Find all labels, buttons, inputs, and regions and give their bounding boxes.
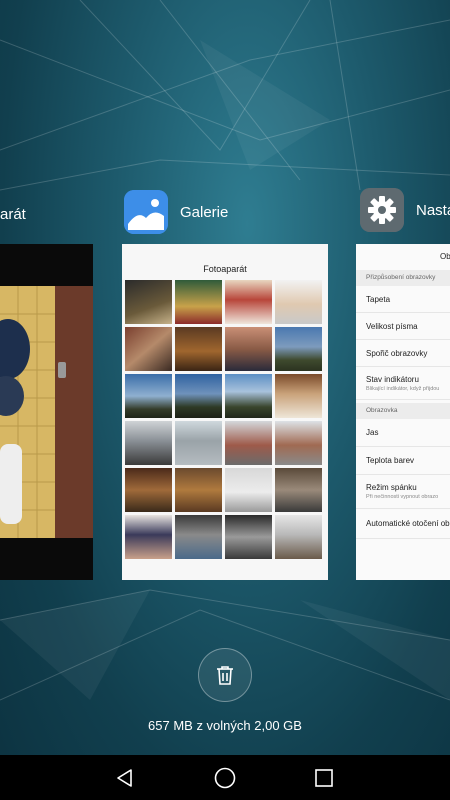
gallery-app-name: Galerie [180, 203, 229, 221]
photo-thumbnail [225, 468, 272, 512]
settings-item-auto-rotate: Automatické otočení ob [356, 509, 450, 539]
memory-status: 657 MB z volných 2,00 GB [148, 718, 302, 733]
settings-item-font-size: Velikost písma [356, 313, 450, 340]
photo-thumbnail [275, 468, 322, 512]
camera-preview-image [0, 244, 93, 580]
camera-app-card[interactable] [0, 244, 93, 580]
settings-app-name: Nasta [416, 201, 450, 219]
clear-all-button[interactable] [198, 648, 252, 702]
settings-section-header: Obrazovka [356, 403, 450, 419]
photo-thumbnail [275, 374, 322, 418]
photo-thumbnail [225, 421, 272, 465]
home-circle-icon [214, 767, 236, 789]
photo-thumbnail [225, 280, 272, 324]
camera-app-name: arát [0, 205, 26, 223]
settings-section-header: Přizpůsobení obrazovky [356, 270, 450, 286]
photo-grid [125, 280, 325, 559]
photo-thumbnail [125, 515, 172, 559]
photo-thumbnail [125, 468, 172, 512]
photo-thumbnail [275, 421, 322, 465]
gallery-icon [124, 190, 168, 234]
photo-thumbnail [225, 327, 272, 371]
camera-app-header[interactable]: arát [0, 190, 26, 238]
photo-thumbnail [275, 280, 322, 324]
photo-thumbnail [125, 327, 172, 371]
photo-thumbnail [175, 515, 222, 559]
gallery-app-card[interactable]: Fotoaparát [122, 244, 328, 580]
photo-thumbnail [125, 374, 172, 418]
recents-square-icon [315, 769, 333, 787]
settings-screen-title: Ob [440, 252, 450, 261]
recents-button[interactable] [309, 763, 339, 793]
gallery-app-header[interactable]: Galerie [124, 188, 228, 236]
settings-item-indicator: Stav indikátoru Blikající indikátor, kdy… [356, 367, 450, 400]
photo-thumbnail [275, 327, 322, 371]
navigation-bar [0, 755, 450, 800]
photo-thumbnail [175, 280, 222, 324]
photo-thumbnail [275, 515, 322, 559]
back-triangle-icon [117, 769, 132, 787]
back-button[interactable] [110, 763, 140, 793]
settings-item-screensaver: Spořič obrazovky [356, 340, 450, 367]
photo-thumbnail [125, 280, 172, 324]
photo-thumbnail [175, 327, 222, 371]
settings-item-sleep: Režim spánku Při nečinnosti vypnout obra… [356, 475, 450, 509]
photo-thumbnail [175, 468, 222, 512]
photo-thumbnail [125, 421, 172, 465]
photo-thumbnail [225, 374, 272, 418]
trash-icon [217, 666, 233, 685]
settings-app-card[interactable]: Ob Přizpůsobení obrazovky Tapeta Velikos… [356, 244, 450, 580]
photo-thumbnail [225, 515, 272, 559]
gear-icon [360, 188, 404, 232]
settings-item-color-temp: Teplota barev [356, 447, 450, 475]
photo-thumbnail [175, 421, 222, 465]
photo-thumbnail [175, 374, 222, 418]
gallery-screen-title: Fotoaparát [203, 264, 247, 274]
home-button[interactable] [210, 763, 240, 793]
settings-app-header[interactable]: Nasta [360, 186, 450, 234]
settings-item-brightness: Jas [356, 419, 450, 447]
settings-item-tapeta: Tapeta [356, 286, 450, 313]
